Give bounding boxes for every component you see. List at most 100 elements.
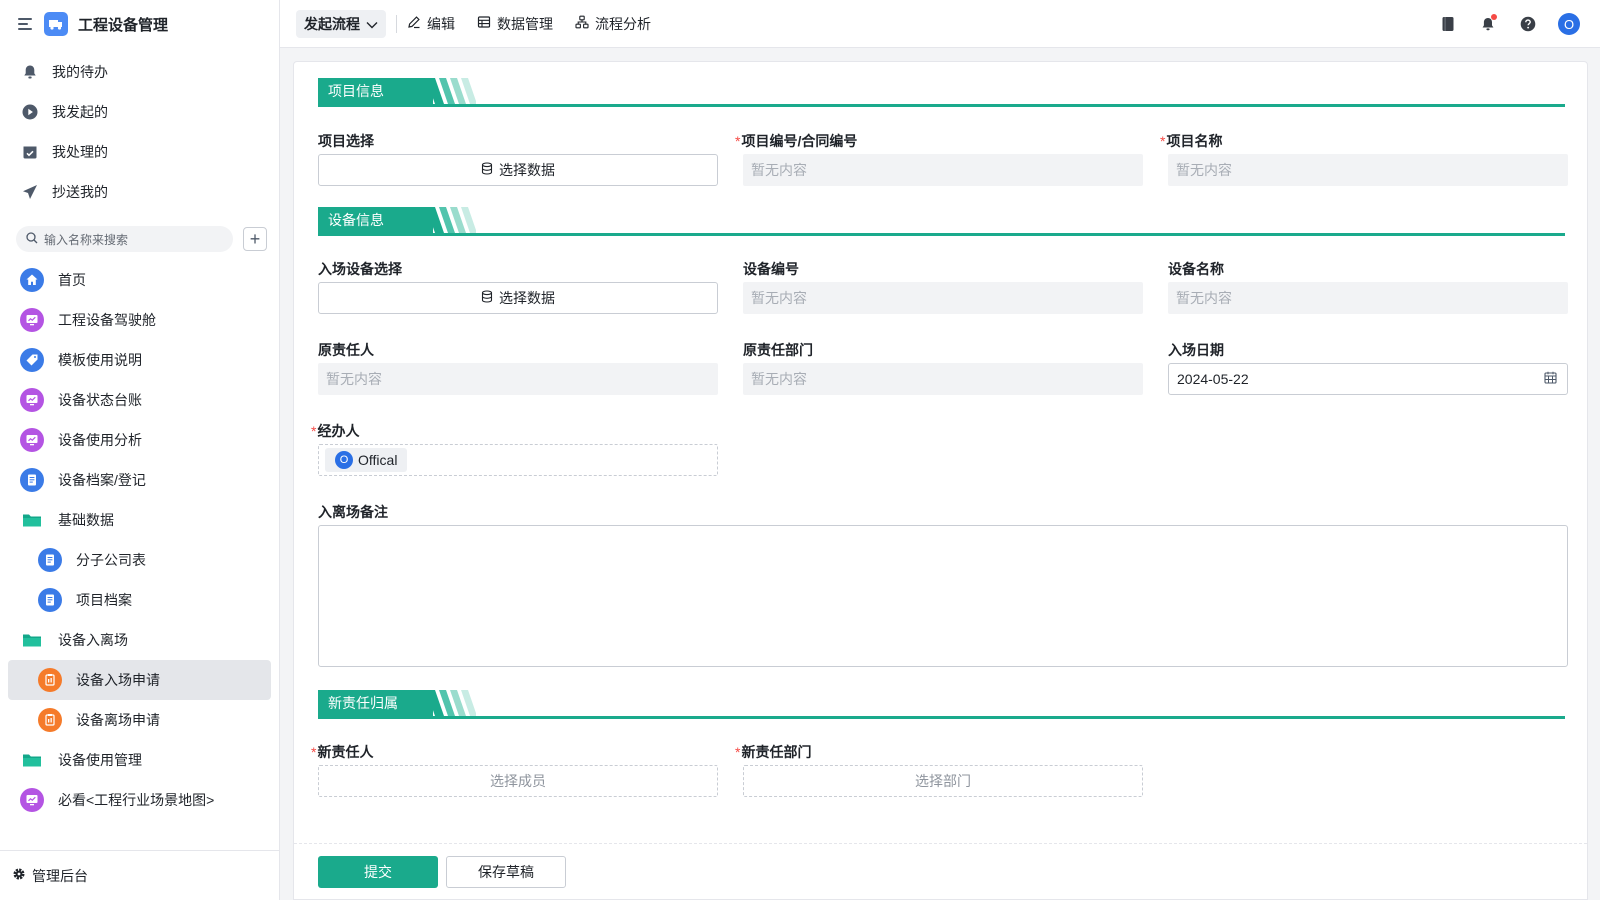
section-stripes-icon [426, 78, 476, 104]
device-name-field: 暂无内容 [1168, 282, 1568, 314]
search-placeholder: 输入名称来搜索 [44, 232, 129, 247]
entry-date-value: 2024-05-22 [1177, 371, 1249, 387]
user-avatar[interactable]: O [1558, 13, 1580, 35]
quick-item-todo[interactable]: 我的待办 [0, 52, 279, 92]
orig-dept-field: 暂无内容 [743, 363, 1143, 395]
calendar-check-icon [22, 144, 38, 160]
bell-icon [22, 64, 38, 80]
calendar-icon [1544, 371, 1557, 387]
dashboard-icon [20, 388, 44, 412]
nav-item-device-archive[interactable]: 设备档案/登记 [8, 460, 271, 500]
project-name-label-text: 项目名称 [1166, 133, 1223, 149]
document-icon [38, 588, 62, 612]
project-select-button[interactable]: 选择数据 [318, 154, 718, 186]
nav-item-label: 模板使用说明 [58, 352, 142, 368]
remark-textarea[interactable] [318, 525, 1568, 667]
notification-bell-icon[interactable] [1478, 14, 1498, 34]
document-icon [38, 548, 62, 572]
handler-name: Offical [358, 452, 398, 468]
required-mark: * [311, 423, 317, 439]
flow-analysis-button[interactable]: 流程分析 [575, 14, 651, 34]
nav-item-home[interactable]: 首页 [8, 260, 271, 300]
project-no-label: *项目编号/合同编号 [735, 131, 857, 151]
toolbar-right: O [1438, 0, 1580, 48]
edit-button[interactable]: 编辑 [407, 14, 455, 34]
device-select-button[interactable]: 选择数据 [318, 282, 718, 314]
quick-item-label: 我发起的 [52, 104, 108, 120]
send-icon [22, 184, 38, 200]
nav-item-label: 设备离场申请 [76, 712, 160, 728]
chevron-down-icon [366, 16, 378, 32]
admin-link[interactable]: 管理后台 [0, 850, 279, 900]
app-logo-icon [44, 12, 68, 36]
section-title: 设备信息 [318, 207, 433, 233]
nav-folder-base-data[interactable]: 基础数据 [8, 500, 271, 540]
new-owner-select[interactable]: 选择成员 [318, 765, 718, 797]
nav-item-cockpit[interactable]: 工程设备驾驶舱 [8, 300, 271, 340]
database-icon [481, 162, 493, 178]
admin-label: 管理后台 [32, 867, 88, 884]
search-row: 输入名称来搜索 + [0, 226, 279, 252]
required-mark: * [735, 133, 741, 149]
handler-field[interactable]: O Offical [318, 444, 718, 476]
data-manage-button[interactable]: 数据管理 [477, 14, 553, 34]
new-owner-label-text: 新责任人 [317, 744, 374, 760]
section-title: 项目信息 [318, 78, 433, 104]
quick-item-label: 抄送我的 [52, 184, 108, 200]
nav-item-label: 基础数据 [58, 512, 114, 528]
nav-item-label: 设备入场申请 [76, 672, 160, 688]
nav-item-label: 必看<工程行业场景地图> [58, 792, 215, 808]
select-data-label: 选择数据 [499, 290, 555, 306]
section-header-new-owner: 新责任归属 [318, 690, 1565, 719]
nav-item-subsidiary[interactable]: 分子公司表 [8, 540, 271, 580]
quick-item-cc[interactable]: 抄送我的 [0, 172, 279, 212]
dashboard-icon [20, 308, 44, 332]
remark-label: 入离场备注 [318, 504, 388, 520]
new-dept-label-text: 新责任部门 [741, 744, 812, 760]
quick-item-processed[interactable]: 我处理的 [0, 132, 279, 172]
nav-folder-usage-management[interactable]: 设备使用管理 [8, 740, 271, 780]
nav-folder-entry-exit[interactable]: 设备入离场 [8, 620, 271, 660]
play-circle-icon [22, 104, 38, 120]
plus-icon: + [249, 229, 261, 249]
new-owner-label: *新责任人 [311, 742, 373, 762]
save-draft-button[interactable]: 保存草稿 [446, 856, 566, 888]
section-stripes-icon [426, 207, 476, 233]
new-dept-select[interactable]: 选择部门 [743, 765, 1143, 797]
nav-item-scenario-map[interactable]: 必看<工程行业场景地图> [8, 780, 271, 820]
orig-owner-field: 暂无内容 [318, 363, 718, 395]
hamburger-menu-icon[interactable] [18, 18, 34, 30]
folder-icon [20, 628, 44, 652]
quick-item-initiated[interactable]: 我发起的 [0, 92, 279, 132]
nav-item-project-archive[interactable]: 项目档案 [8, 580, 271, 620]
project-name-field: 暂无内容 [1168, 154, 1568, 186]
table-icon [477, 15, 491, 32]
pencil-icon [407, 15, 421, 32]
nav-item-entry-application[interactable]: 设备入场申请 [8, 660, 271, 700]
nav-item-label: 设备使用管理 [58, 752, 142, 768]
handler-user-tag[interactable]: O Offical [325, 448, 408, 472]
nav-item-exit-application[interactable]: 设备离场申请 [8, 700, 271, 740]
nav-item-usage-analysis[interactable]: 设备使用分析 [8, 420, 271, 460]
submit-button[interactable]: 提交 [318, 856, 438, 888]
handler-label: *经办人 [311, 421, 359, 441]
add-button[interactable]: + [243, 227, 267, 251]
search-input[interactable]: 输入名称来搜索 [16, 226, 233, 252]
nav-item-status-ledger[interactable]: 设备状态台账 [8, 380, 271, 420]
select-data-label: 选择数据 [499, 162, 555, 178]
help-icon[interactable] [1518, 14, 1538, 34]
notebook-icon[interactable] [1438, 14, 1458, 34]
quick-item-label: 我处理的 [52, 144, 108, 160]
new-dept-label: *新责任部门 [735, 742, 811, 762]
start-process-dropdown[interactable]: 发起流程 [296, 9, 386, 38]
device-name-label: 设备名称 [1168, 261, 1224, 277]
nav-tree: 首页 工程设备驾驶舱 模板使用说明 设备状态台账 设备使用分析 设备档案/登记 … [0, 260, 279, 820]
data-manage-label: 数据管理 [497, 15, 553, 32]
section-stripes-icon [426, 690, 476, 716]
required-mark: * [735, 744, 741, 760]
flow-analysis-label: 流程分析 [595, 15, 651, 32]
project-name-label: *项目名称 [1160, 131, 1222, 151]
nav-item-template-guide[interactable]: 模板使用说明 [8, 340, 271, 380]
entry-date-picker[interactable]: 2024-05-22 [1168, 363, 1568, 395]
flow-icon [575, 15, 589, 32]
